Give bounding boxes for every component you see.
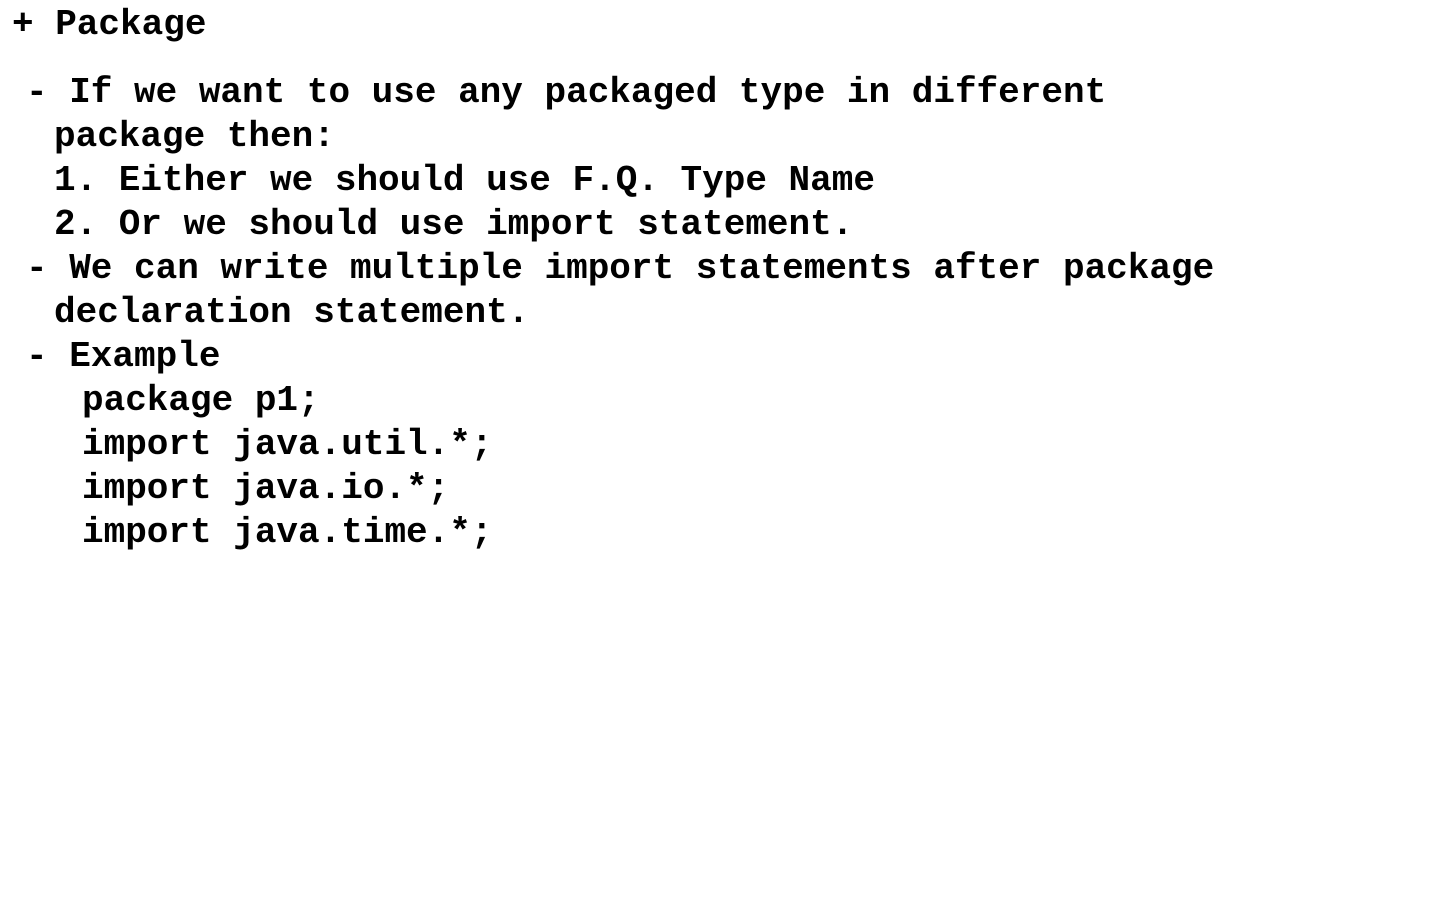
numbered-item: 2. Or we should use import statement. xyxy=(54,204,854,245)
bullet-continuation: declaration statement. xyxy=(54,292,530,333)
bullet-line: - We can write multiple import statement… xyxy=(26,248,1215,289)
section-heading: + Package xyxy=(12,4,207,45)
code-line: package p1; xyxy=(82,380,320,421)
bullet-line: - If we want to use any packaged type in… xyxy=(26,72,1107,113)
bullet-line: - Example xyxy=(26,336,221,377)
code-line: import java.time.*; xyxy=(82,512,493,553)
bullet-continuation: package then: xyxy=(54,116,335,157)
document-page: + Package - If we want to use any packag… xyxy=(0,0,1440,900)
numbered-item: 1. Either we should use F.Q. Type Name xyxy=(54,160,875,201)
code-line: import java.util.*; xyxy=(82,424,493,465)
code-line: import java.io.*; xyxy=(82,468,450,509)
